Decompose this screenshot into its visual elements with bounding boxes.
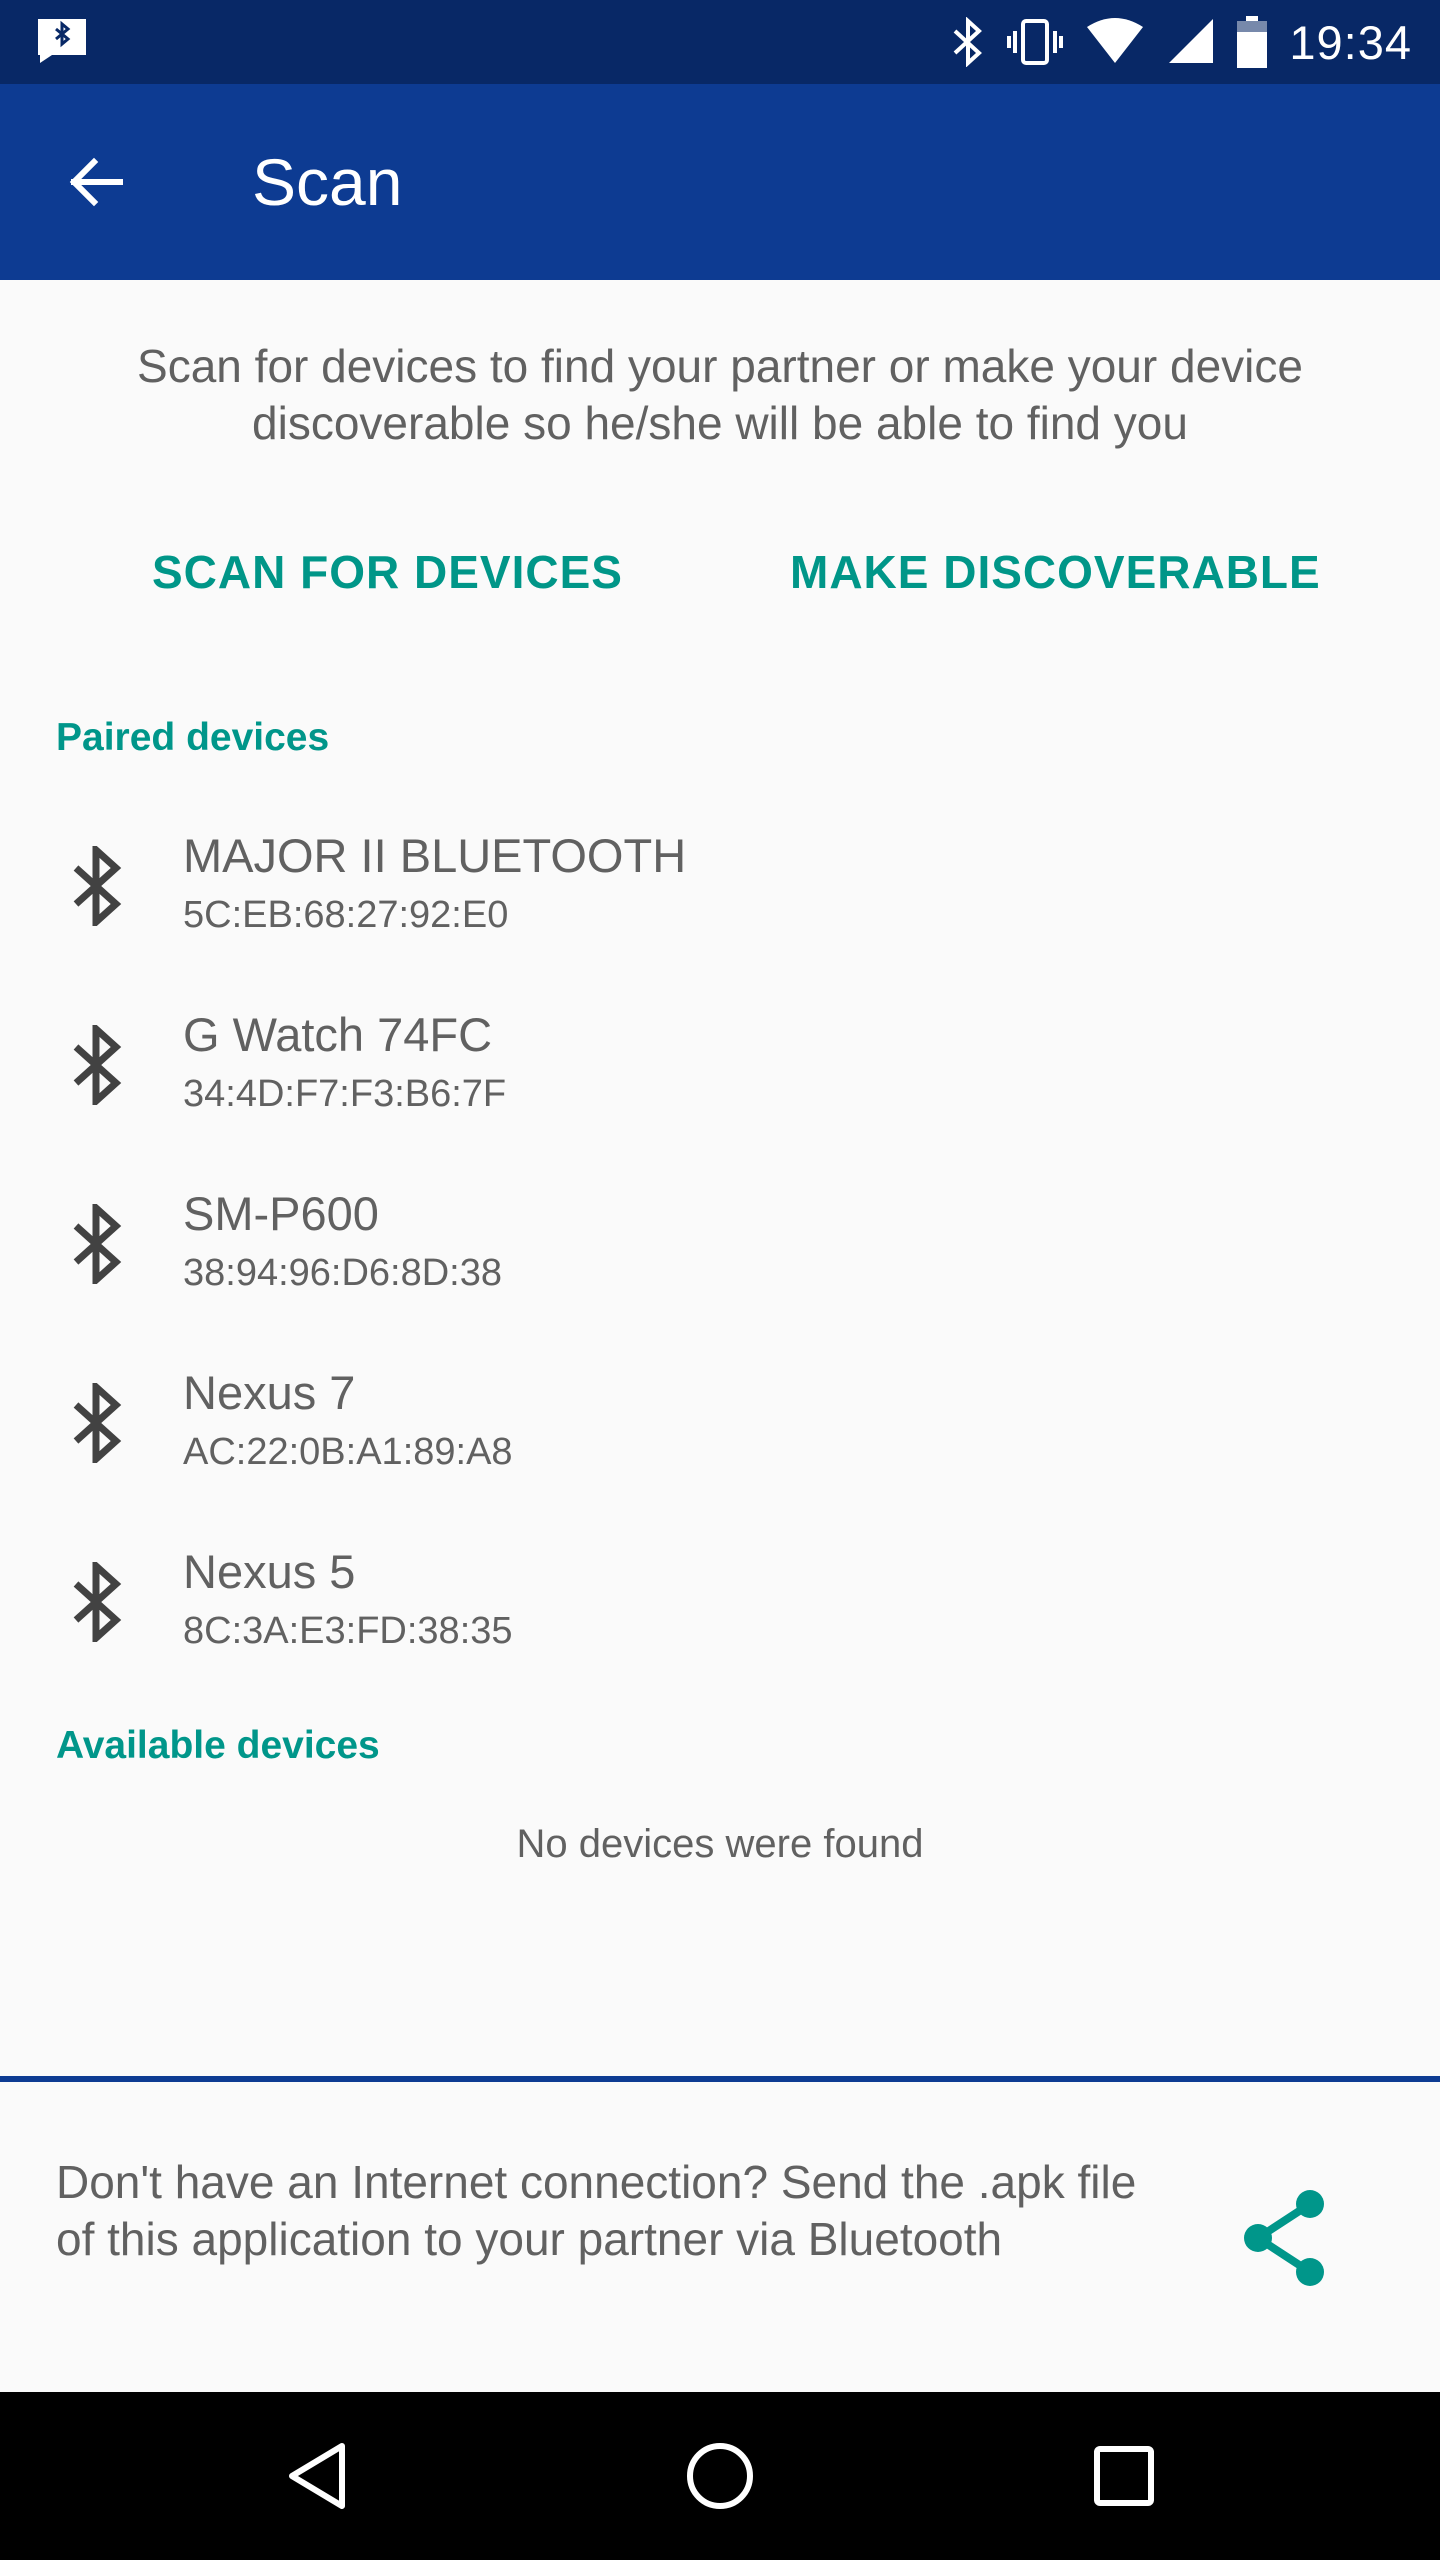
vibrate-icon	[1007, 19, 1064, 65]
device-item[interactable]: Nexus 7 AC:22:0B:A1:89:A8	[0, 1355, 1440, 1534]
nav-recents-button[interactable]	[1074, 2426, 1174, 2526]
no-devices-text: No devices were found	[516, 1822, 924, 1866]
share-apk-panel: Don't have an Internet connection? Send …	[0, 2082, 1440, 2392]
share-icon	[1244, 2190, 1324, 2286]
page-title: Scan	[252, 145, 403, 219]
status-bar: 19:34	[0, 0, 1440, 84]
device-mac: 5C:EB:68:27:92:E0	[183, 894, 509, 936]
device-item[interactable]: SM-P600 38:94:96:D6:8D:38	[0, 1176, 1440, 1355]
wifi-icon	[1087, 18, 1144, 63]
bluetooth-notification-icon	[38, 19, 86, 63]
device-item[interactable]: Nexus 5 8C:3A:E3:FD:38:35	[0, 1534, 1440, 1713]
battery-icon	[1237, 16, 1268, 68]
triangle-back-icon	[289, 2443, 345, 2509]
square-recents-icon	[1094, 2446, 1154, 2506]
device-name: MAJOR II BLUETOOTH	[183, 829, 687, 882]
share-button[interactable]	[1230, 2182, 1342, 2294]
paired-device-list: MAJOR II BLUETOOTH 5C:EB:68:27:92:E0 G W…	[0, 818, 1440, 1713]
device-item[interactable]: MAJOR II BLUETOOTH 5C:EB:68:27:92:E0	[0, 818, 1440, 997]
device-mac: 34:4D:F7:F3:B6:7F	[183, 1073, 507, 1115]
circle-home-icon	[687, 2443, 753, 2509]
device-name: G Watch 74FC	[183, 1008, 493, 1061]
device-name: SM-P600	[183, 1187, 379, 1240]
signal-icon	[1169, 19, 1214, 63]
device-name: Nexus 5	[183, 1545, 356, 1598]
bluetooth-icon	[73, 1025, 122, 1105]
scan-for-devices-button[interactable]: SCAN FOR DEVICES	[152, 536, 623, 608]
bluetooth-icon	[954, 17, 983, 67]
available-devices-header: Available devices	[56, 1724, 380, 1767]
bluetooth-icon	[73, 1204, 122, 1284]
back-button[interactable]	[52, 138, 140, 226]
device-mac: 8C:3A:E3:FD:38:35	[183, 1610, 513, 1652]
bluetooth-icon	[73, 1562, 122, 1642]
app-bar: Scan	[0, 84, 1440, 280]
arrow-back-icon	[69, 157, 123, 207]
intro-text: Scan for devices to find your partner or…	[137, 340, 1303, 449]
nav-back-button[interactable]	[266, 2426, 366, 2526]
device-mac: 38:94:96:D6:8D:38	[183, 1252, 503, 1294]
device-mac: AC:22:0B:A1:89:A8	[183, 1431, 513, 1473]
bluetooth-icon	[73, 1383, 122, 1463]
make-discoverable-button[interactable]: MAKE DISCOVERABLE	[790, 536, 1321, 608]
bluetooth-icon	[73, 846, 122, 926]
device-item[interactable]: G Watch 74FC 34:4D:F7:F3:B6:7F	[0, 997, 1440, 1176]
nav-home-button[interactable]	[670, 2426, 770, 2526]
device-name: Nexus 7	[183, 1366, 356, 1419]
system-navigation-bar	[0, 2392, 1440, 2560]
share-apk-text: Don't have an Internet connection? Send …	[56, 2156, 1137, 2265]
paired-devices-header: Paired devices	[56, 716, 330, 759]
clock: 19:34	[1289, 15, 1412, 69]
